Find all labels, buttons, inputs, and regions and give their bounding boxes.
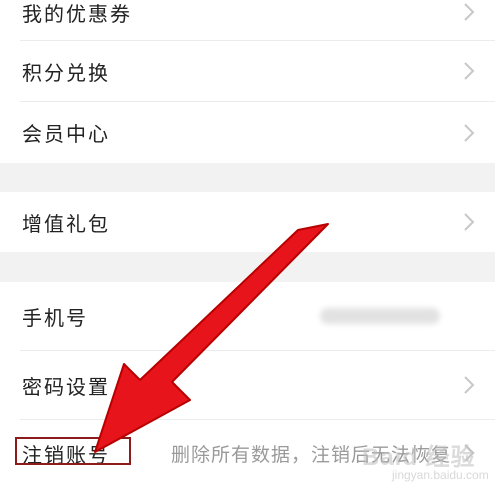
watermark-url: jingyan.baidu.com xyxy=(392,468,489,482)
watermark-logo: Baid 经验 xyxy=(362,444,476,471)
red-arrow-annotation xyxy=(94,223,329,453)
